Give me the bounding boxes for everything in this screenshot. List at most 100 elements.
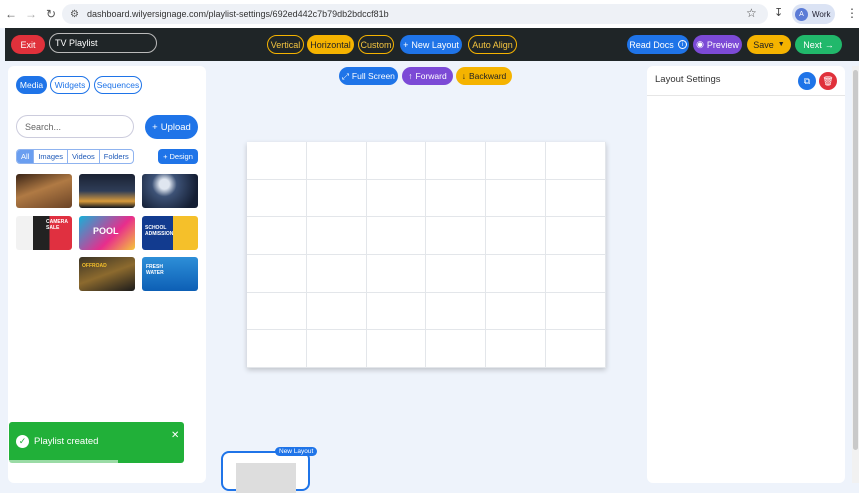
thumb-text: OFFROAD (82, 263, 107, 269)
url-text: dashboard.wilyersignage.com/playlist-set… (86, 9, 389, 19)
backward-button[interactable]: ↓ Backward (456, 67, 512, 85)
grid-cell[interactable] (486, 292, 547, 331)
upload-button[interactable]: + Upload (145, 115, 198, 139)
filter-all[interactable]: All (17, 150, 35, 163)
full-screen-button[interactable]: ⤢ Full Screen (339, 67, 398, 85)
scrollbar-thumb[interactable] (853, 70, 858, 450)
grid-cell[interactable] (306, 255, 367, 293)
grid-cell[interactable] (366, 255, 427, 293)
profile-chip[interactable]: A Work (792, 4, 835, 24)
grid-cell[interactable] (486, 179, 547, 218)
media-sidebar: Media Widgets Sequences Search... + Uploa… (8, 66, 206, 483)
site-info-icon[interactable]: ⚙ (70, 9, 79, 20)
forward-icon[interactable]: → (22, 5, 40, 23)
layout-custom-button[interactable]: Custom (358, 35, 394, 54)
grid-cell[interactable] (366, 179, 427, 218)
next-button[interactable]: Next → (795, 35, 842, 54)
layout-vertical-button[interactable]: Vertical (267, 35, 304, 54)
grid-cell[interactable] (306, 292, 367, 331)
arrow-right-icon: → (824, 39, 834, 50)
grid-cell[interactable] (546, 217, 606, 255)
download-icon[interactable]: ↧ (774, 6, 783, 19)
playlist-name-input[interactable]: TV Playlist (49, 33, 157, 53)
bookmark-star-icon[interactable]: ☆ (746, 6, 757, 20)
grid-cell[interactable] (426, 255, 487, 293)
auto-align-button[interactable]: Auto Align (468, 35, 517, 54)
media-thumb-city-night[interactable] (79, 174, 135, 208)
save-label: Save (753, 39, 774, 50)
media-thumb-offroad[interactable]: OFFROAD (79, 257, 135, 291)
filter-folders[interactable]: Folders (100, 150, 133, 163)
layout-canvas[interactable] (247, 142, 606, 368)
tab-sequences[interactable]: Sequences (94, 76, 142, 94)
toast-message: Playlist created (34, 436, 99, 447)
tab-media[interactable]: Media (16, 76, 47, 94)
grid-cell[interactable] (546, 255, 606, 293)
grid-cell[interactable] (546, 330, 606, 368)
trash-icon[interactable]: 🗑 (819, 72, 837, 90)
media-thumb-camera-sale[interactable]: CAMERA SALE (16, 216, 72, 250)
tab-widgets[interactable]: Widgets (50, 76, 90, 94)
grid-cell[interactable] (247, 217, 307, 255)
grid-cell[interactable] (306, 142, 367, 180)
grid-cell[interactable] (486, 217, 547, 255)
thumb-text: POOL (93, 226, 119, 236)
browser-menu-icon[interactable]: ⋮ (846, 6, 858, 20)
grid-cell[interactable] (366, 292, 427, 331)
layout-card[interactable]: New Layout (221, 447, 318, 493)
new-layout-button[interactable]: + New Layout (400, 35, 462, 54)
address-bar[interactable]: ⚙ dashboard.wilyersignage.com/playlist-s… (62, 4, 768, 24)
grid-cell[interactable] (247, 330, 307, 368)
grid-cell[interactable] (306, 217, 367, 255)
design-button[interactable]: + Design (158, 149, 198, 164)
grid-cell[interactable] (486, 330, 547, 368)
preview-button[interactable]: ◉ Preview (693, 35, 742, 54)
close-icon[interactable]: ✕ (171, 430, 179, 441)
scrollbar[interactable] (852, 66, 859, 483)
save-button[interactable]: Save ▼ (747, 35, 791, 54)
success-toast: ✓ Playlist created ✕ (9, 422, 184, 463)
media-thumb-restaurant[interactable] (16, 174, 72, 208)
grid-cell[interactable] (546, 292, 606, 331)
layout-horizontal-button[interactable]: Horizontal (307, 35, 354, 54)
design-label: Design (169, 152, 193, 161)
grid-cell[interactable] (486, 255, 547, 293)
grid-cell[interactable] (247, 292, 307, 331)
grid-cell[interactable] (306, 179, 367, 218)
thumb-text: SCHOOL ADMISSION (145, 225, 174, 237)
grid-cell[interactable] (247, 179, 307, 218)
grid-cell[interactable] (247, 142, 307, 180)
forward-button[interactable]: ↑ Forward (402, 67, 453, 85)
read-docs-label: Read Docs (629, 39, 674, 50)
grid-cell[interactable] (366, 330, 427, 368)
media-thumb-fresh-water[interactable]: FRESH WATER (142, 257, 198, 291)
divider (647, 95, 845, 96)
app-toolbar: Exit TV Playlist Vertical Horizontal Cus… (5, 28, 859, 61)
toast-progress (9, 460, 118, 463)
duplicate-icon[interactable]: ⧉ (798, 72, 816, 90)
search-input[interactable]: Search... (16, 115, 134, 138)
filter-videos[interactable]: Videos (68, 150, 100, 163)
grid-cell[interactable] (426, 292, 487, 331)
grid-cell[interactable] (546, 179, 606, 218)
grid-cell[interactable] (426, 179, 487, 218)
media-thumb-pool[interactable]: POOL (79, 216, 135, 250)
grid-cell[interactable] (426, 217, 487, 255)
grid-cell[interactable] (366, 142, 427, 180)
grid-cell[interactable] (306, 330, 367, 368)
back-icon[interactable]: ← (2, 5, 20, 23)
media-thumb-moon[interactable] (142, 174, 198, 208)
grid-cell[interactable] (546, 142, 606, 180)
grid-cell[interactable] (247, 255, 307, 293)
info-icon: i (677, 40, 687, 49)
grid-cell[interactable] (426, 142, 487, 180)
reload-icon[interactable]: ↻ (42, 5, 60, 23)
exit-button[interactable]: Exit (11, 35, 45, 54)
grid-cell[interactable] (486, 142, 547, 180)
grid-cell[interactable] (366, 217, 427, 255)
media-thumb-school[interactable]: SCHOOL ADMISSION (142, 216, 198, 250)
filter-images[interactable]: Images (34, 150, 68, 163)
grid-cell[interactable] (426, 330, 487, 368)
thumb-text: CAMERA SALE (46, 219, 68, 231)
read-docs-button[interactable]: Read Docs i (627, 35, 689, 54)
